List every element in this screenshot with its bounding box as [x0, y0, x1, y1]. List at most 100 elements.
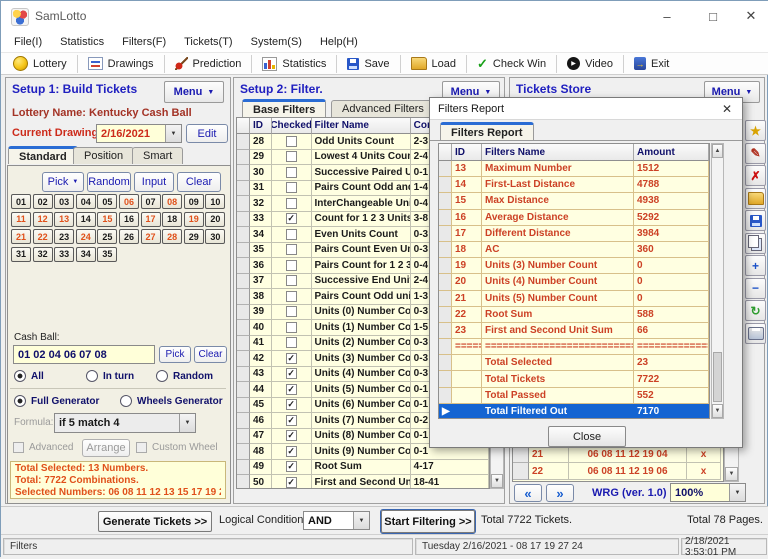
row-selector[interactable] — [439, 387, 452, 404]
checkbox-icon[interactable]: ✓ — [285, 368, 297, 380]
row-selector[interactable] — [237, 459, 250, 475]
report-row[interactable]: Total Selected 23 — [439, 355, 709, 372]
side-save-icon-button[interactable] — [745, 210, 766, 231]
row-selector[interactable] — [513, 463, 529, 480]
checkbox-icon[interactable]: ✓ — [285, 461, 297, 473]
radio-icon[interactable] — [120, 395, 132, 407]
generator-full-generator[interactable]: Full Generator — [14, 395, 99, 407]
scroll-up-icon[interactable]: ▲ — [712, 144, 723, 158]
chevron-down-icon[interactable]: ▼ — [353, 512, 369, 529]
filter-row[interactable]: 49 ✓ Root Sum 4-17 — [237, 459, 489, 475]
filter-checked-cell[interactable] — [271, 165, 312, 181]
row-selector[interactable] — [237, 289, 250, 305]
random-button[interactable]: Random — [87, 172, 131, 192]
number-29[interactable]: 29 — [183, 229, 204, 244]
number-14[interactable]: 14 — [75, 211, 96, 227]
row-selector[interactable] — [237, 242, 250, 258]
filter-checked-cell[interactable] — [271, 335, 312, 351]
pick-dropdown-button[interactable]: Pick ▼ — [42, 172, 84, 192]
number-30[interactable]: 30 — [205, 229, 226, 244]
filter-checked-cell[interactable]: ✓ — [271, 444, 312, 460]
report-row[interactable]: 13 Maximum Number 1512 — [439, 161, 709, 178]
checkbox-icon[interactable]: ✓ — [285, 352, 297, 364]
menu-item-tickets-t[interactable]: Tickets(T) — [175, 34, 241, 50]
filter-checked-cell[interactable] — [271, 304, 312, 320]
number-34[interactable]: 34 — [75, 246, 96, 262]
row-selector[interactable] — [237, 413, 250, 429]
ticket-row[interactable]: 22 06 08 11 12 19 06 x — [513, 463, 723, 480]
number-08[interactable]: 08 — [162, 194, 183, 209]
row-selector[interactable] — [237, 273, 250, 289]
filter-checked-cell[interactable] — [271, 242, 312, 258]
scroll-down-icon[interactable]: ▼ — [712, 404, 723, 418]
pick-mode-random[interactable]: Random — [156, 370, 213, 382]
input-button[interactable]: Input — [134, 172, 174, 192]
radio-icon[interactable] — [14, 370, 26, 382]
row-selector[interactable] — [237, 320, 250, 336]
row-selector[interactable] — [439, 177, 452, 194]
toolbar-prediction-button[interactable]: Prediction — [167, 54, 250, 74]
row-selector[interactable] — [237, 351, 250, 367]
checkbox-icon[interactable] — [285, 197, 297, 209]
checkbox-icon[interactable] — [285, 337, 297, 349]
number-24[interactable]: 24 — [75, 229, 96, 244]
filter-checked-cell[interactable]: ✓ — [271, 397, 312, 413]
side-export-icon-button[interactable]: ↻ — [745, 300, 766, 321]
filter-checked-cell[interactable]: ✓ — [271, 366, 312, 382]
filter-checked-cell[interactable] — [271, 196, 312, 212]
custom-wheel-checkbox[interactable]: Custom Wheel — [136, 442, 218, 453]
close-icon[interactable]: ✕ — [733, 1, 768, 31]
side-add-icon-button[interactable]: + — [745, 255, 766, 276]
number-09[interactable]: 09 — [183, 194, 204, 209]
checkbox-icon[interactable]: ✓ — [285, 414, 297, 426]
cash-ball-pick-button[interactable]: Pick — [159, 346, 191, 363]
tab-position[interactable]: Position — [73, 147, 135, 164]
row-selector[interactable] — [237, 227, 250, 243]
report-row[interactable]: 23 First and Second Unit Sum 66 — [439, 322, 709, 340]
number-17[interactable]: 17 — [140, 211, 161, 227]
toolbar-save-button[interactable]: Save — [339, 54, 397, 74]
radio-icon[interactable] — [14, 395, 26, 407]
number-10[interactable]: 10 — [205, 194, 226, 209]
checkbox-icon[interactable]: ✓ — [285, 213, 297, 225]
report-row[interactable]: 17 Different Distance 3984 — [439, 225, 709, 242]
tab-filters-report[interactable]: Filters Report — [440, 122, 534, 140]
checkbox-icon[interactable]: ✓ — [285, 399, 297, 411]
row-selector[interactable] — [439, 339, 452, 356]
number-01[interactable]: 01 — [11, 194, 31, 209]
close-button[interactable]: Close — [548, 426, 626, 447]
menu-item-system-s[interactable]: System(S) — [242, 34, 311, 50]
row-selector[interactable] — [237, 134, 250, 150]
report-row[interactable]: 21 Units (5) Number Count 0 — [439, 290, 709, 307]
row-selector[interactable] — [237, 475, 250, 488]
checkbox-icon[interactable] — [13, 442, 24, 453]
report-row[interactable]: 18 AC 360 — [439, 241, 709, 259]
row-selector[interactable] — [237, 304, 250, 320]
row-selector[interactable] — [237, 149, 250, 165]
zoom-select[interactable]: 100% ▼ — [670, 483, 746, 502]
filter-checked-cell[interactable]: ✓ — [271, 211, 312, 227]
row-selector[interactable] — [237, 196, 250, 212]
clear-button[interactable]: Clear — [177, 172, 221, 192]
minimize-icon[interactable]: – — [649, 1, 685, 31]
pick-mode-in-turn[interactable]: In turn — [86, 370, 134, 382]
row-selector[interactable] — [439, 290, 452, 307]
cash-ball-input[interactable]: 01 02 04 06 07 08 — [13, 345, 155, 364]
number-35[interactable]: 35 — [97, 246, 118, 262]
number-28[interactable]: 28 — [162, 229, 183, 244]
number-16[interactable]: 16 — [118, 211, 139, 227]
toolbar-check-win-button[interactable]: ✓ Check Win — [469, 54, 554, 74]
setup1-menu-button[interactable]: Menu ▼ — [164, 81, 224, 103]
side-copy-icon-button[interactable] — [745, 232, 766, 254]
menu-item-filters-f[interactable]: Filters(F) — [113, 34, 175, 50]
report-row[interactable]: 19 Units (3) Number Count 0 — [439, 258, 709, 275]
advanced-checkbox[interactable]: Advanced — [13, 442, 73, 453]
filter-checked-cell[interactable] — [271, 273, 312, 289]
arrange-button[interactable]: Arrange — [82, 439, 130, 457]
start-filtering-button[interactable]: Start Filtering >> — [381, 510, 475, 533]
number-22[interactable]: 22 — [32, 229, 53, 244]
menu-item-help-h[interactable]: Help(H) — [311, 34, 367, 50]
report-row[interactable]: 20 Units (4) Number Count 0 — [439, 274, 709, 291]
toolbar-load-button[interactable]: Load — [403, 54, 464, 74]
number-19[interactable]: 19 — [183, 211, 204, 227]
